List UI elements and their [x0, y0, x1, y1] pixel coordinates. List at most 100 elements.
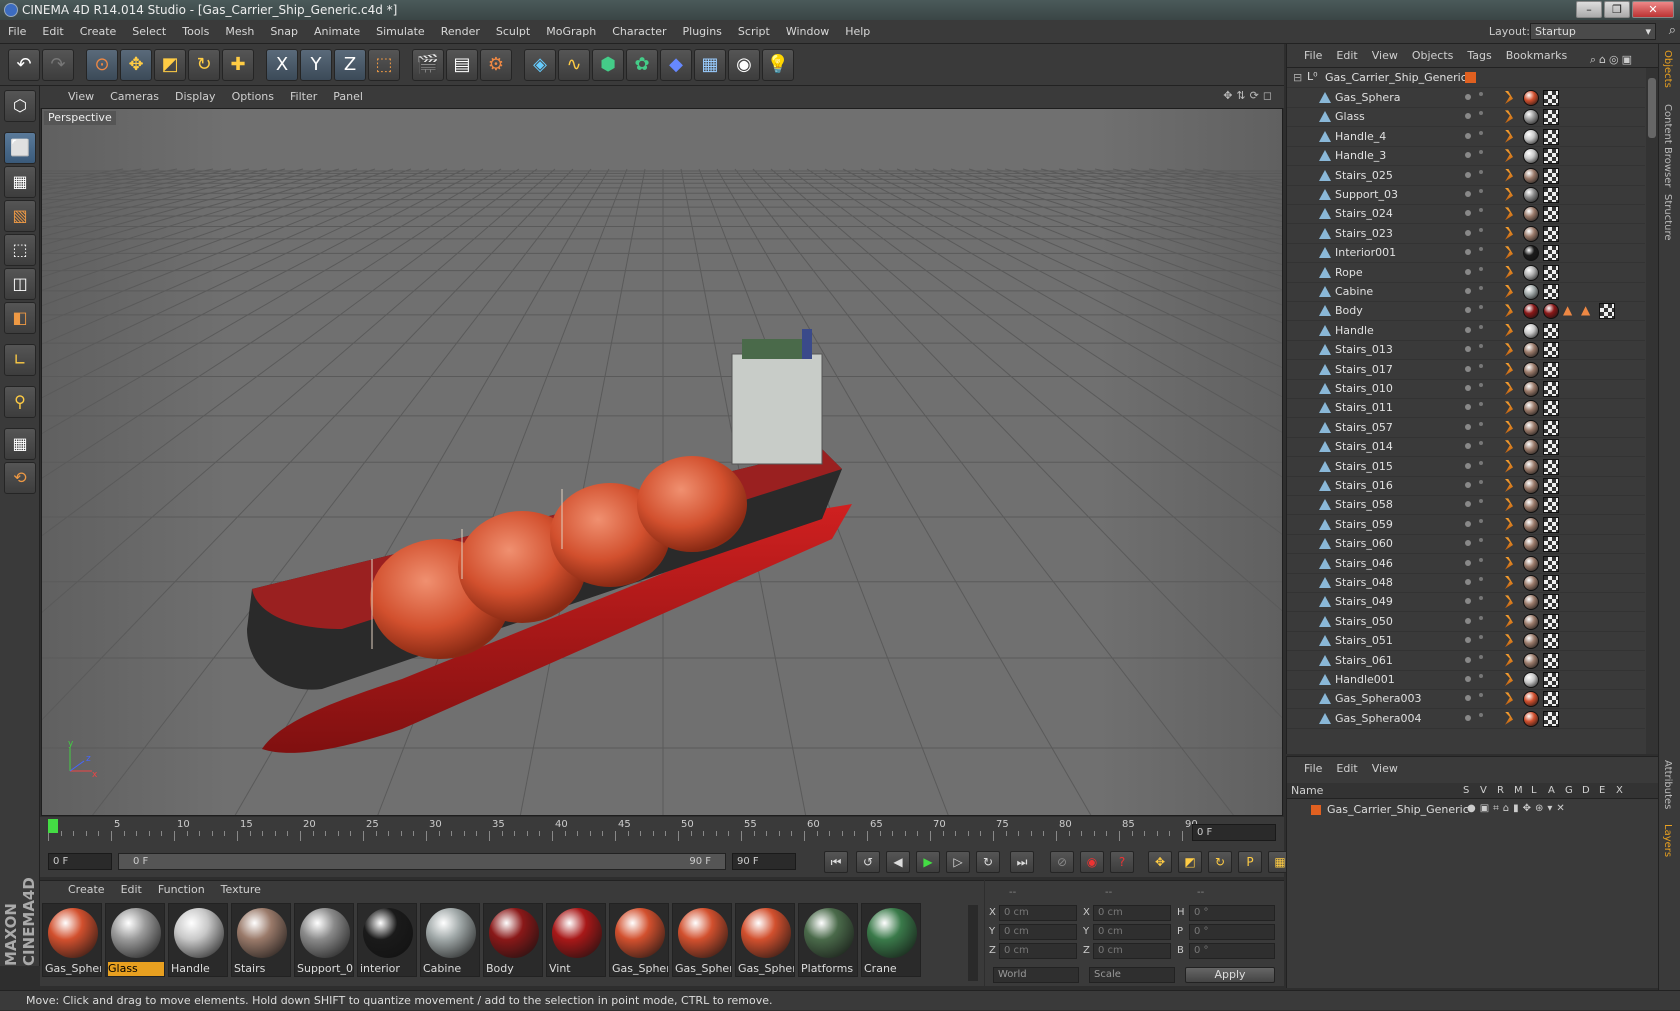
object-row[interactable]: Stairs_015 — [1287, 457, 1645, 477]
phong-tag-icon[interactable] — [1505, 149, 1513, 163]
menu-mograph[interactable]: MoGraph — [538, 20, 604, 44]
object-row[interactable]: Interior001 — [1287, 243, 1645, 264]
phong-tag-icon[interactable] — [1505, 246, 1513, 260]
visibility-dot-icon[interactable] — [1465, 171, 1471, 178]
layer-row[interactable]: Gas_Carrier_Ship_Generic ●▣⌗⌂▮✥⊛▾✕ — [1287, 801, 1659, 819]
render-picture-viewer-icon[interactable]: ▤ — [446, 49, 478, 81]
tab-layers[interactable]: Layers — [1662, 824, 1673, 857]
go-to-start-icon[interactable]: ⏮ — [824, 851, 848, 873]
object-row[interactable]: Stairs_010 — [1287, 379, 1645, 399]
visibility-dot-icon[interactable] — [1465, 132, 1471, 139]
object-row[interactable]: Handle_3 — [1287, 146, 1645, 167]
visibility-dot-icon[interactable] — [1465, 695, 1471, 702]
tab-structure[interactable]: Structure — [1662, 194, 1673, 241]
texture-tag-icon[interactable] — [1543, 691, 1559, 708]
texture-tag-icon[interactable] — [1543, 633, 1559, 650]
object-row[interactable]: Stairs_023 — [1287, 224, 1645, 244]
phong-tag-icon[interactable] — [1505, 323, 1513, 337]
material-tag-icon[interactable] — [1523, 439, 1539, 456]
current-frame-field[interactable]: 0 F — [1192, 824, 1276, 841]
texture-mode-icon[interactable]: ▦ — [4, 166, 36, 198]
material-tag-icon[interactable] — [1523, 633, 1539, 650]
visibility-dot-icon[interactable] — [1465, 462, 1471, 469]
world-select[interactable]: World — [993, 967, 1079, 983]
texture-tag-icon[interactable] — [1543, 419, 1559, 436]
coord-rot-field[interactable]: 0 ° — [1189, 943, 1275, 959]
perspective-viewport[interactable]: Perspective y x z — [41, 108, 1283, 816]
phong-tag-icon[interactable] — [1505, 265, 1513, 279]
texture-tag-icon[interactable] — [1543, 672, 1559, 688]
render-dot-icon[interactable] — [1479, 596, 1483, 601]
phong-tag-icon[interactable] — [1505, 692, 1513, 706]
phong-tag-icon[interactable] — [1505, 440, 1513, 454]
phong-tag-icon[interactable] — [1505, 634, 1513, 648]
object-menu-edit[interactable]: Edit — [1329, 44, 1364, 68]
texture-tag-icon[interactable] — [1543, 613, 1559, 630]
tab-objects[interactable]: Objects — [1662, 50, 1673, 88]
previous-key-icon[interactable]: ↺ — [856, 851, 880, 873]
visibility-dot-icon[interactable] — [1465, 307, 1471, 314]
object-menu-bookmarks[interactable]: Bookmarks — [1499, 44, 1574, 68]
phong-tag-icon[interactable] — [1505, 91, 1513, 104]
tab-attributes[interactable]: Attributes — [1662, 760, 1673, 809]
go-to-end-icon[interactable]: ⏭ — [1010, 851, 1034, 873]
render-dot-icon[interactable] — [1479, 383, 1483, 387]
texture-tag-icon[interactable] — [1543, 225, 1559, 242]
menu-edit[interactable]: Edit — [34, 20, 71, 44]
points-mode-icon[interactable]: ⬚ — [4, 234, 36, 266]
visibility-dot-icon[interactable] — [1465, 94, 1471, 100]
object-row[interactable]: Stairs_051 — [1287, 631, 1645, 652]
edges-mode-icon[interactable]: ◫ — [4, 268, 36, 300]
render-dot-icon[interactable] — [1479, 421, 1483, 426]
key-position-icon[interactable]: ✥ — [1148, 851, 1172, 873]
render-dot-icon[interactable] — [1479, 693, 1483, 698]
menu-help[interactable]: Help — [837, 20, 878, 44]
object-row[interactable]: Handle001 — [1287, 670, 1645, 690]
visibility-dot-icon[interactable] — [1465, 559, 1471, 566]
menu-plugins[interactable]: Plugins — [675, 20, 730, 44]
object-menu-view[interactable]: View — [1365, 44, 1405, 68]
visibility-dot-icon[interactable] — [1465, 249, 1471, 256]
coord-size-field[interactable]: 0 cm — [1093, 943, 1171, 959]
x-axis-lock-button[interactable]: X — [266, 49, 298, 81]
coordinate-system-icon[interactable]: ⬚ — [368, 49, 400, 81]
previous-frame-icon[interactable]: ◀ — [886, 851, 910, 873]
render-dot-icon[interactable] — [1479, 480, 1483, 484]
transform-icon[interactable]: ✚ — [222, 49, 254, 81]
render-settings-icon[interactable]: ⚙ — [480, 49, 512, 81]
texture-tag-icon[interactable] — [1543, 342, 1559, 359]
visibility-dot-icon[interactable] — [1465, 404, 1471, 411]
phong-tag-icon[interactable] — [1505, 226, 1513, 240]
object-row[interactable]: Gas_Sphera003 — [1287, 689, 1645, 710]
object-row[interactable]: Stairs_014 — [1287, 437, 1645, 458]
texture-tag-icon[interactable] — [1543, 245, 1559, 262]
material-swatch[interactable]: Support_03 — [294, 903, 354, 977]
visibility-dot-icon[interactable] — [1465, 288, 1471, 294]
object-row[interactable]: Glass — [1287, 107, 1645, 128]
material-swatch[interactable]: Gas_Sphera — [735, 903, 795, 977]
scene-floor-icon[interactable]: ▦ — [694, 49, 726, 81]
render-dot-icon[interactable] — [1479, 169, 1483, 174]
texture-tag-icon[interactable] — [1543, 284, 1559, 300]
menu-animate[interactable]: Animate — [306, 20, 368, 44]
light-icon[interactable]: 💡 — [762, 49, 794, 81]
phong-tag-icon[interactable] — [1505, 401, 1513, 415]
next-frame-icon[interactable]: ▷ — [946, 851, 970, 873]
start-frame-field[interactable]: 0 F — [48, 853, 112, 870]
phong-tag-icon[interactable] — [1505, 595, 1513, 609]
material-menu-create[interactable]: Create — [60, 881, 113, 899]
close-button[interactable]: ✕ — [1632, 1, 1674, 18]
coord-pos-field[interactable]: 0 cm — [999, 943, 1077, 959]
object-row[interactable]: Handle_4 — [1287, 127, 1645, 147]
material-swatch[interactable]: Body — [483, 903, 543, 977]
coord-rot-field[interactable]: 0 ° — [1189, 924, 1275, 940]
menu-sculpt[interactable]: Sculpt — [488, 20, 538, 44]
material-swatch[interactable]: Handle — [168, 903, 228, 977]
phong-tag-icon[interactable] — [1505, 459, 1513, 473]
phong-tag-icon[interactable] — [1505, 614, 1513, 628]
object-menu-objects[interactable]: Objects — [1405, 44, 1461, 68]
texture-tag-icon[interactable] — [1543, 206, 1559, 223]
texture-tag-icon[interactable] — [1543, 478, 1559, 494]
object-row[interactable]: Stairs_016 — [1287, 476, 1645, 496]
material-tag-icon[interactable] — [1523, 613, 1539, 630]
